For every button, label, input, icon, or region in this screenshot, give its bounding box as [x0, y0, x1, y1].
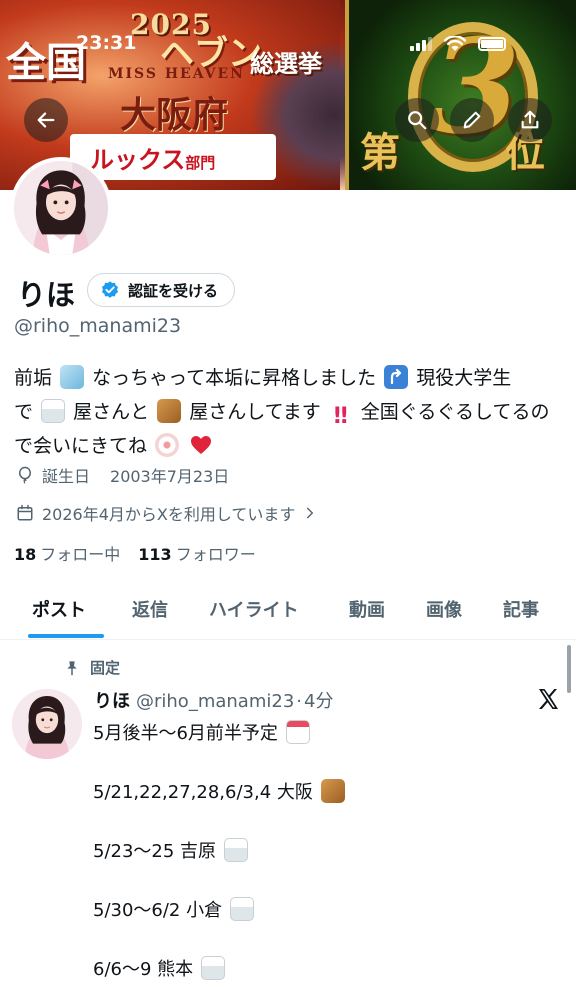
post-timestamp[interactable]: 4分	[304, 687, 333, 713]
post-author-name[interactable]: りほ	[94, 687, 130, 713]
post-line-5: 6/6〜9 熊本	[93, 955, 227, 981]
tab-videos[interactable]: 動画	[349, 596, 385, 622]
profile-joined-date[interactable]: 2026年4月からXを利用しています	[16, 501, 317, 525]
scrollbar[interactable]	[567, 645, 571, 693]
tab-highlights[interactable]: ハイライト	[209, 596, 299, 622]
battery-icon	[478, 37, 506, 51]
profile-display-name: りほ	[17, 278, 76, 312]
profile-bio: 前垢 なっちゃって本垢に昇格しました 現役大学生 で 屋さんと 屋さんしてます …	[14, 361, 562, 463]
pinned-indicator: 固定	[64, 657, 120, 678]
post-line-3-text: 5/23〜25 吉原	[93, 841, 217, 862]
share-button[interactable]	[508, 98, 552, 142]
search-icon	[408, 111, 427, 130]
banner-category-text: ルックス	[90, 146, 186, 174]
post-line-4: 5/30〜6/2 小倉	[93, 896, 256, 922]
following-link[interactable]: 18 フォロー中	[14, 541, 120, 565]
bathtub-emoji-icon	[200, 956, 225, 980]
bathtub-emoji-icon	[41, 399, 66, 423]
follow-stats: 18 フォロー中 113 フォロワー	[14, 541, 256, 565]
banner-zenkoku-text: 全国	[6, 39, 86, 86]
active-tab-indicator	[28, 634, 104, 638]
calendar-emoji-icon	[285, 720, 310, 744]
bathtub-emoji-icon	[229, 897, 254, 921]
post-header: りほ @riho_manami23 · 4分	[94, 687, 333, 713]
post-line-4-text: 5/30〜6/2 小倉	[93, 900, 223, 921]
edit-button[interactable]	[450, 98, 494, 142]
post-author-avatar[interactable]	[12, 689, 82, 759]
banner-election-text: 総選挙	[250, 50, 322, 78]
bio-text-1: 前垢	[14, 367, 53, 389]
package-emoji-icon	[157, 399, 182, 423]
calendar-icon	[17, 504, 33, 521]
status-bar-icons	[410, 36, 506, 52]
arrow-left-icon	[37, 112, 55, 128]
profile-handle: @riho_manami23	[14, 315, 182, 337]
followers-label: フォロワー	[175, 545, 256, 564]
post-line-2-text: 5/21,22,27,28,6/3,4 大阪	[93, 782, 313, 803]
post-avatar-photo	[12, 689, 82, 759]
birthday-label: 誕生日	[42, 467, 91, 486]
back-button[interactable]	[24, 98, 68, 142]
pencil-icon	[463, 111, 481, 129]
banner-category-suffix: 部門	[185, 154, 216, 172]
chevron-right-icon	[307, 507, 314, 519]
avatar-photo	[14, 161, 108, 255]
get-verified-button[interactable]: 認証を受ける	[87, 273, 236, 307]
profile-tabs: ポスト 返信 ハイライト 動画 画像 記事	[0, 582, 576, 640]
arrow-up-right-emoji-icon	[384, 365, 409, 389]
tab-articles[interactable]: 記事	[503, 596, 539, 622]
pin-icon	[67, 660, 77, 675]
following-count: 18	[14, 545, 37, 564]
joined-text: 2026年4月からXを利用しています	[42, 505, 296, 524]
followers-count: 113	[138, 545, 172, 564]
bio-text-4: で	[14, 401, 34, 423]
post-line-3: 5/23〜25 吉原	[93, 837, 250, 863]
profile-banner[interactable]: 2025 全国 ヘブン MISS HEAVEN 総選挙 大阪府 ルックス部門 3…	[0, 0, 576, 190]
x-logo-icon	[539, 689, 558, 709]
fish-cake-emoji-icon	[155, 433, 180, 457]
bio-text-3: 現役大学生	[416, 367, 512, 389]
pinned-label: 固定	[90, 659, 121, 677]
verified-badge-icon	[102, 281, 118, 298]
bio-text-2: なっちゃって本垢に昇格しました	[92, 367, 377, 389]
red-heart-emoji-icon	[191, 436, 212, 454]
banner-rank-prefix: 第	[360, 129, 400, 176]
post-line-5-text: 6/6〜9 熊本	[93, 959, 194, 980]
profile-avatar[interactable]	[10, 157, 112, 259]
post-separator: ·	[296, 691, 302, 712]
status-bar-time: 23:31	[76, 32, 137, 54]
wifi-icon	[444, 36, 466, 51]
tab-replies[interactable]: 返信	[132, 596, 168, 622]
post-line-1: 5月後半〜6月前半予定	[93, 719, 312, 745]
post-line-2: 5/21,22,27,28,6/3,4 大阪	[93, 778, 347, 804]
bathtub-emoji-icon	[223, 838, 248, 862]
balloon-icon	[18, 466, 32, 484]
search-button[interactable]	[395, 98, 439, 142]
bio-text-5: 屋さんと	[73, 401, 150, 423]
ice-emoji-icon	[60, 365, 85, 389]
share-icon	[521, 110, 539, 129]
followers-link[interactable]: 113 フォロワー	[138, 541, 255, 565]
bio-text-6: 屋さんしてます	[189, 401, 321, 423]
profile-birthday: 誕生日 2003年7月23日	[16, 463, 229, 487]
tab-images[interactable]: 画像	[426, 596, 462, 622]
banner-region-text: 大阪府	[120, 94, 229, 136]
package-emoji-icon	[320, 779, 345, 803]
double-exclamation-emoji-icon: ‼	[333, 404, 348, 429]
post-line-1-text: 5月後半〜6月前半予定	[93, 723, 278, 744]
following-label: フォロー中	[40, 545, 121, 564]
get-verified-label: 認証を受ける	[128, 281, 219, 300]
banner-miss-heaven-text: MISS HEAVEN	[108, 66, 245, 82]
post-author-handle[interactable]: @riho_manami23	[136, 691, 294, 712]
tab-posts[interactable]: ポスト	[32, 596, 86, 622]
banner-category-plate: ルックス部門	[70, 134, 276, 180]
cellular-signal-icon	[410, 37, 432, 51]
birthday-value: 2003年7月23日	[110, 467, 230, 486]
